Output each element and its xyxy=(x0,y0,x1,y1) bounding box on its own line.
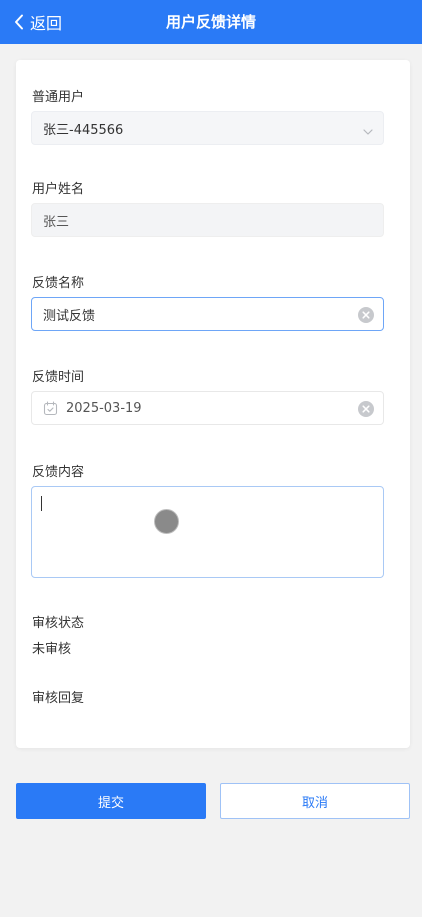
review-status-label: 审核状态 xyxy=(32,616,85,631)
user-name-field: 张三 xyxy=(31,203,384,237)
submit-button[interactable]: 提交 xyxy=(16,783,206,819)
user-select-label: 普通用户 xyxy=(32,90,85,105)
feedback-content-label: 反馈内容 xyxy=(32,465,85,480)
feedback-time-value: 2025-03-19 xyxy=(66,400,142,416)
calendar-icon xyxy=(43,400,58,416)
feedback-content-textarea[interactable] xyxy=(31,486,384,578)
feedback-name-label: 反馈名称 xyxy=(32,276,85,291)
user-name-label: 用户姓名 xyxy=(32,182,85,197)
feedback-name-input[interactable]: 测试反馈 xyxy=(31,297,384,331)
review-reply-label: 审核回复 xyxy=(32,691,85,706)
text-caret xyxy=(41,496,42,511)
feedback-time-label: 反馈时间 xyxy=(32,370,85,385)
feedback-form-card: 普通用户 张三-445566 用户姓名 张三 反馈名称 测试反馈 反馈时间 20… xyxy=(16,60,410,748)
feedback-time-picker[interactable]: 2025-03-19 xyxy=(31,391,384,425)
feedback-name-value: 测试反馈 xyxy=(43,308,96,324)
chevron-down-icon xyxy=(363,124,373,139)
cancel-button[interactable]: 取消 xyxy=(220,783,410,819)
app-header: 返回 用户反馈详情 xyxy=(0,0,422,44)
review-status-value: 未审核 xyxy=(32,642,72,657)
page-title: 用户反馈详情 xyxy=(165,13,256,31)
clear-circle-icon[interactable] xyxy=(358,401,374,417)
clear-circle-icon[interactable] xyxy=(358,307,374,323)
user-select[interactable]: 张三-445566 xyxy=(31,111,384,145)
user-select-value: 张三-445566 xyxy=(43,122,124,138)
user-name-value: 张三 xyxy=(43,214,70,230)
touch-cursor xyxy=(154,509,179,534)
